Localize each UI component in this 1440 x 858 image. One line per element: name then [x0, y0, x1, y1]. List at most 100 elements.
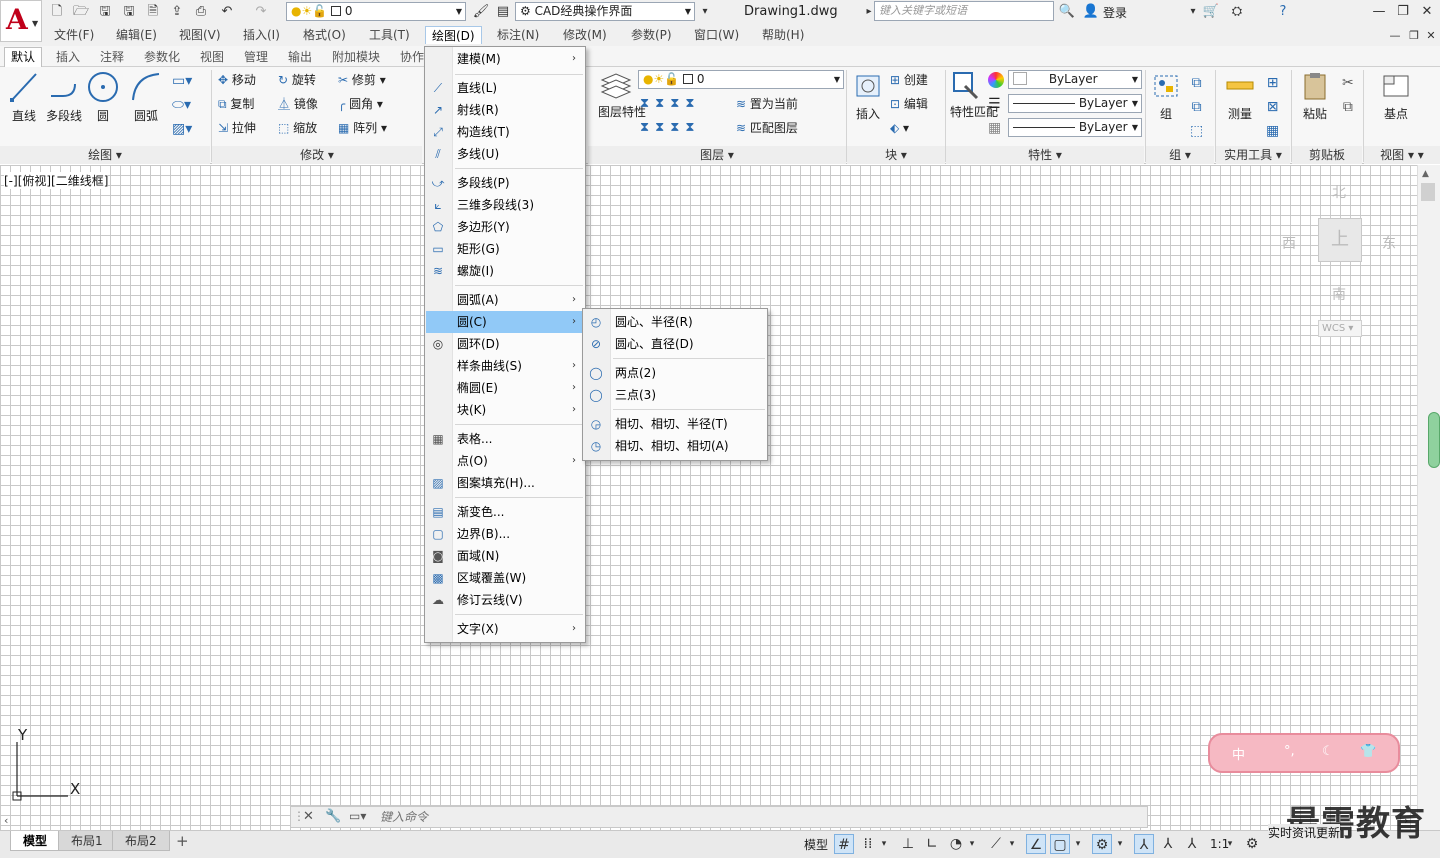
clipboard-tools-icons[interactable]: ✂ ⧉ [1342, 71, 1354, 119]
viewcube-east[interactable]: 东 [1382, 233, 1396, 253]
arc-tool[interactable]: 圆弧 [128, 70, 164, 124]
help-icon[interactable]: ? [1274, 3, 1292, 20]
tab-view[interactable]: 视图 [194, 48, 230, 66]
viewport-controls[interactable]: [-][俯视][二维线框] [4, 172, 109, 189]
drawing-canvas[interactable] [0, 165, 1417, 830]
lineweight-dropdown[interactable]: ByLayer ▼ [1008, 118, 1142, 137]
layout-tab-model[interactable]: 模型 [10, 831, 61, 851]
navigation-bar-handle[interactable] [1428, 412, 1440, 468]
ime-moon-icon[interactable]: ☾ [1322, 744, 1334, 759]
menu-draw[interactable]: 绘图(D) [425, 26, 482, 44]
close-command-icon[interactable]: ✕ [303, 809, 314, 824]
menu-item-polygon[interactable]: ⬠ 多边形(Y) [426, 216, 584, 238]
menu-item-region[interactable]: ◙ 面域(N) [426, 545, 584, 567]
tab-default[interactable]: 默认 [4, 47, 43, 67]
set-current-tool[interactable]: ≋ 置为当前 [736, 93, 798, 115]
command-input[interactable] [380, 808, 1140, 826]
menu-parametric[interactable]: 参数(P) [625, 26, 678, 44]
add-layout-icon[interactable]: + [176, 832, 189, 850]
menu-item-arc[interactable]: 圆弧(A) › [426, 289, 584, 311]
base-view-tool[interactable]: 基点 [1376, 70, 1416, 122]
layout-tab-1[interactable]: 布局1 [58, 831, 116, 851]
menu-modify[interactable]: 修改(M) [557, 26, 613, 44]
match-properties-icon[interactable]: 🖌 [472, 3, 490, 20]
menu-item-rectangle[interactable]: ▭ 矩形(G) [426, 238, 584, 260]
menu-dimension[interactable]: 标注(N) [491, 26, 545, 44]
recent-commands-icon[interactable]: ▭▾ [349, 809, 366, 823]
print-icon[interactable]: ⎙ [192, 3, 210, 20]
viewcube-top-face[interactable]: 上 [1318, 218, 1362, 262]
menu-item-text[interactable]: 文字(X) › [426, 618, 584, 640]
tab-addins[interactable]: 附加模块 [326, 48, 386, 66]
menu-window[interactable]: 窗口(W) [688, 26, 745, 44]
scroll-thumb[interactable] [1421, 183, 1435, 201]
circle-tool[interactable]: 圆 [86, 70, 120, 124]
chevron-down-icon[interactable]: ▾ [1114, 834, 1126, 854]
open-folder-icon[interactable]: 🗁 [72, 3, 90, 20]
login-link[interactable]: 登录 [1103, 4, 1127, 21]
polyline-tool[interactable]: 多段线 [44, 70, 84, 124]
customize-wrench-icon[interactable]: 🔧 [325, 809, 341, 824]
color-wheel-icon[interactable] [988, 72, 1004, 88]
menu-item-table[interactable]: ▦ 表格... [426, 428, 584, 450]
menu-item-line[interactable]: ⟋ 直线(L) [426, 77, 584, 99]
doc-minimize-icon[interactable]: — [1386, 27, 1404, 44]
utilities-panel-title[interactable]: 实用工具 ▾ [1216, 146, 1290, 164]
layer-combo[interactable]: ●☀🔓 0 ▼ [286, 2, 466, 21]
chevron-down-icon[interactable]: ▾ [1184, 3, 1202, 20]
measure-tool[interactable]: 测量 [1222, 70, 1258, 122]
match-layer-tool[interactable]: ≋ 匹配图层 [736, 117, 798, 139]
submenu-item-2-point[interactable]: ◯ 两点(2) [584, 362, 766, 384]
chevron-down-icon[interactable]: ▾ [1224, 834, 1236, 854]
rectangle-icon[interactable]: ▭▾ [172, 73, 192, 89]
draw-panel-title[interactable]: 绘图 ▾ [0, 146, 210, 164]
menu-item-circle[interactable]: 圆(C) › [426, 311, 584, 333]
annotation-scale-icon[interactable]: ⅄ [1182, 834, 1202, 854]
submenu-item-tan-tan-tan[interactable]: ◷ 相切、相切、相切(A) [584, 435, 766, 457]
infer-constraints-icon[interactable]: ⊥ [898, 834, 918, 854]
submenu-item-tan-tan-radius[interactable]: ◶ 相切、相切、半径(T) [584, 413, 766, 435]
menu-item-block[interactable]: 块(K) › [426, 399, 584, 421]
search-input[interactable] [874, 1, 1054, 21]
save-web-icon[interactable]: ⇪ [168, 3, 186, 20]
menu-item-construction-line[interactable]: ⤢ 构造线(T) [426, 121, 584, 143]
layers-panel-title[interactable]: 图层 ▾ [588, 146, 846, 164]
ortho-mode-icon[interactable]: ◔ [946, 834, 966, 854]
tab-manage[interactable]: 管理 [238, 48, 274, 66]
application-menu-button[interactable]: A ▼ [0, 0, 42, 42]
menu-insert[interactable]: 插入(I) [237, 26, 286, 44]
menu-item-boundary[interactable]: ▢ 边界(B)... [426, 523, 584, 545]
redo-icon[interactable]: ↷ [252, 3, 270, 20]
color-dropdown[interactable]: ByLayer ▼ [1008, 70, 1142, 89]
menu-edit[interactable]: 编辑(E) [110, 26, 163, 44]
viewcube-south[interactable]: 南 [1332, 284, 1346, 304]
vertical-scrollbar[interactable]: ▲ [1417, 165, 1440, 830]
viewcube-west[interactable]: 西 [1282, 233, 1296, 253]
cart-icon[interactable]: 🛒 [1202, 3, 1220, 20]
minimize-icon[interactable]: — [1370, 3, 1388, 20]
undo-icon[interactable]: ↶ [218, 3, 236, 20]
annotation-visibility-icon[interactable]: ⅄ [1134, 834, 1154, 854]
menu-view[interactable]: 视图(V) [173, 26, 227, 44]
viewcube-north[interactable]: 北 [1332, 182, 1346, 202]
layer-dropdown[interactable]: ●☀🔓 0 ▼ [638, 70, 844, 89]
block-panel-title[interactable]: 块 ▾ [847, 146, 945, 164]
menu-help[interactable]: 帮助(H) [756, 26, 810, 44]
view-panel-title[interactable]: 视图 ▾ ▾ [1364, 146, 1440, 164]
a360-icon[interactable]: ⛭ [1228, 3, 1246, 20]
customize-quick-access-icon[interactable]: ▾ [696, 3, 714, 20]
utility-tools-icons[interactable]: ⊞ ⊠ ▦ [1266, 71, 1279, 143]
ime-skin-icon[interactable]: 👕 [1360, 744, 1376, 759]
restore-icon[interactable]: ❐ [1394, 3, 1412, 20]
close-icon[interactable]: ✕ [1418, 3, 1436, 20]
open-web-icon[interactable]: 🗎 [144, 3, 162, 20]
properties-panel-title[interactable]: 特性 ▾ [946, 146, 1144, 164]
stretch-tool[interactable]: ⇲ 拉伸 [218, 117, 256, 139]
menu-item-ray[interactable]: ↗ 射线(R) [426, 99, 584, 121]
binoculars-icon[interactable]: 🔍 [1058, 3, 1076, 20]
scroll-up-icon[interactable]: ▲ [1422, 169, 1429, 179]
linetype-dropdown[interactable]: ByLayer ▼ [1008, 94, 1142, 113]
fillet-tool[interactable]: ╭ 圆角 ▾ [338, 93, 383, 115]
model-space-button[interactable]: 模型 [804, 836, 828, 853]
menu-item-hatch[interactable]: ▨ 图案填充(H)... [426, 472, 584, 494]
